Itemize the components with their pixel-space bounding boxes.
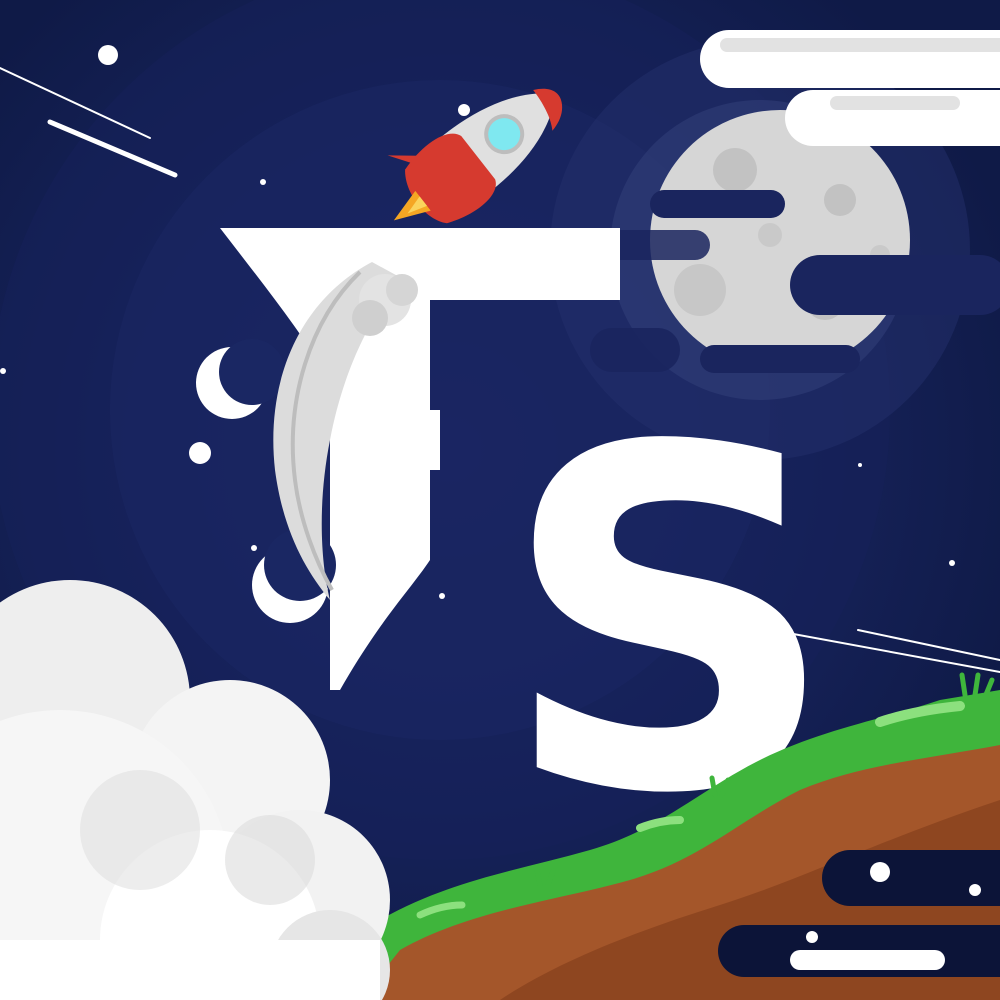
star-icon (98, 45, 118, 65)
star-icon (0, 368, 6, 374)
star-icon (458, 104, 470, 116)
star-icon (858, 463, 862, 467)
star-icon (949, 560, 955, 566)
star-icon (189, 442, 211, 464)
star-icon (260, 179, 266, 185)
illustration-canvas: S (0, 0, 1000, 1000)
space-scene: S (0, 0, 1000, 1000)
star-icon (439, 593, 445, 599)
star-icon (251, 545, 257, 551)
